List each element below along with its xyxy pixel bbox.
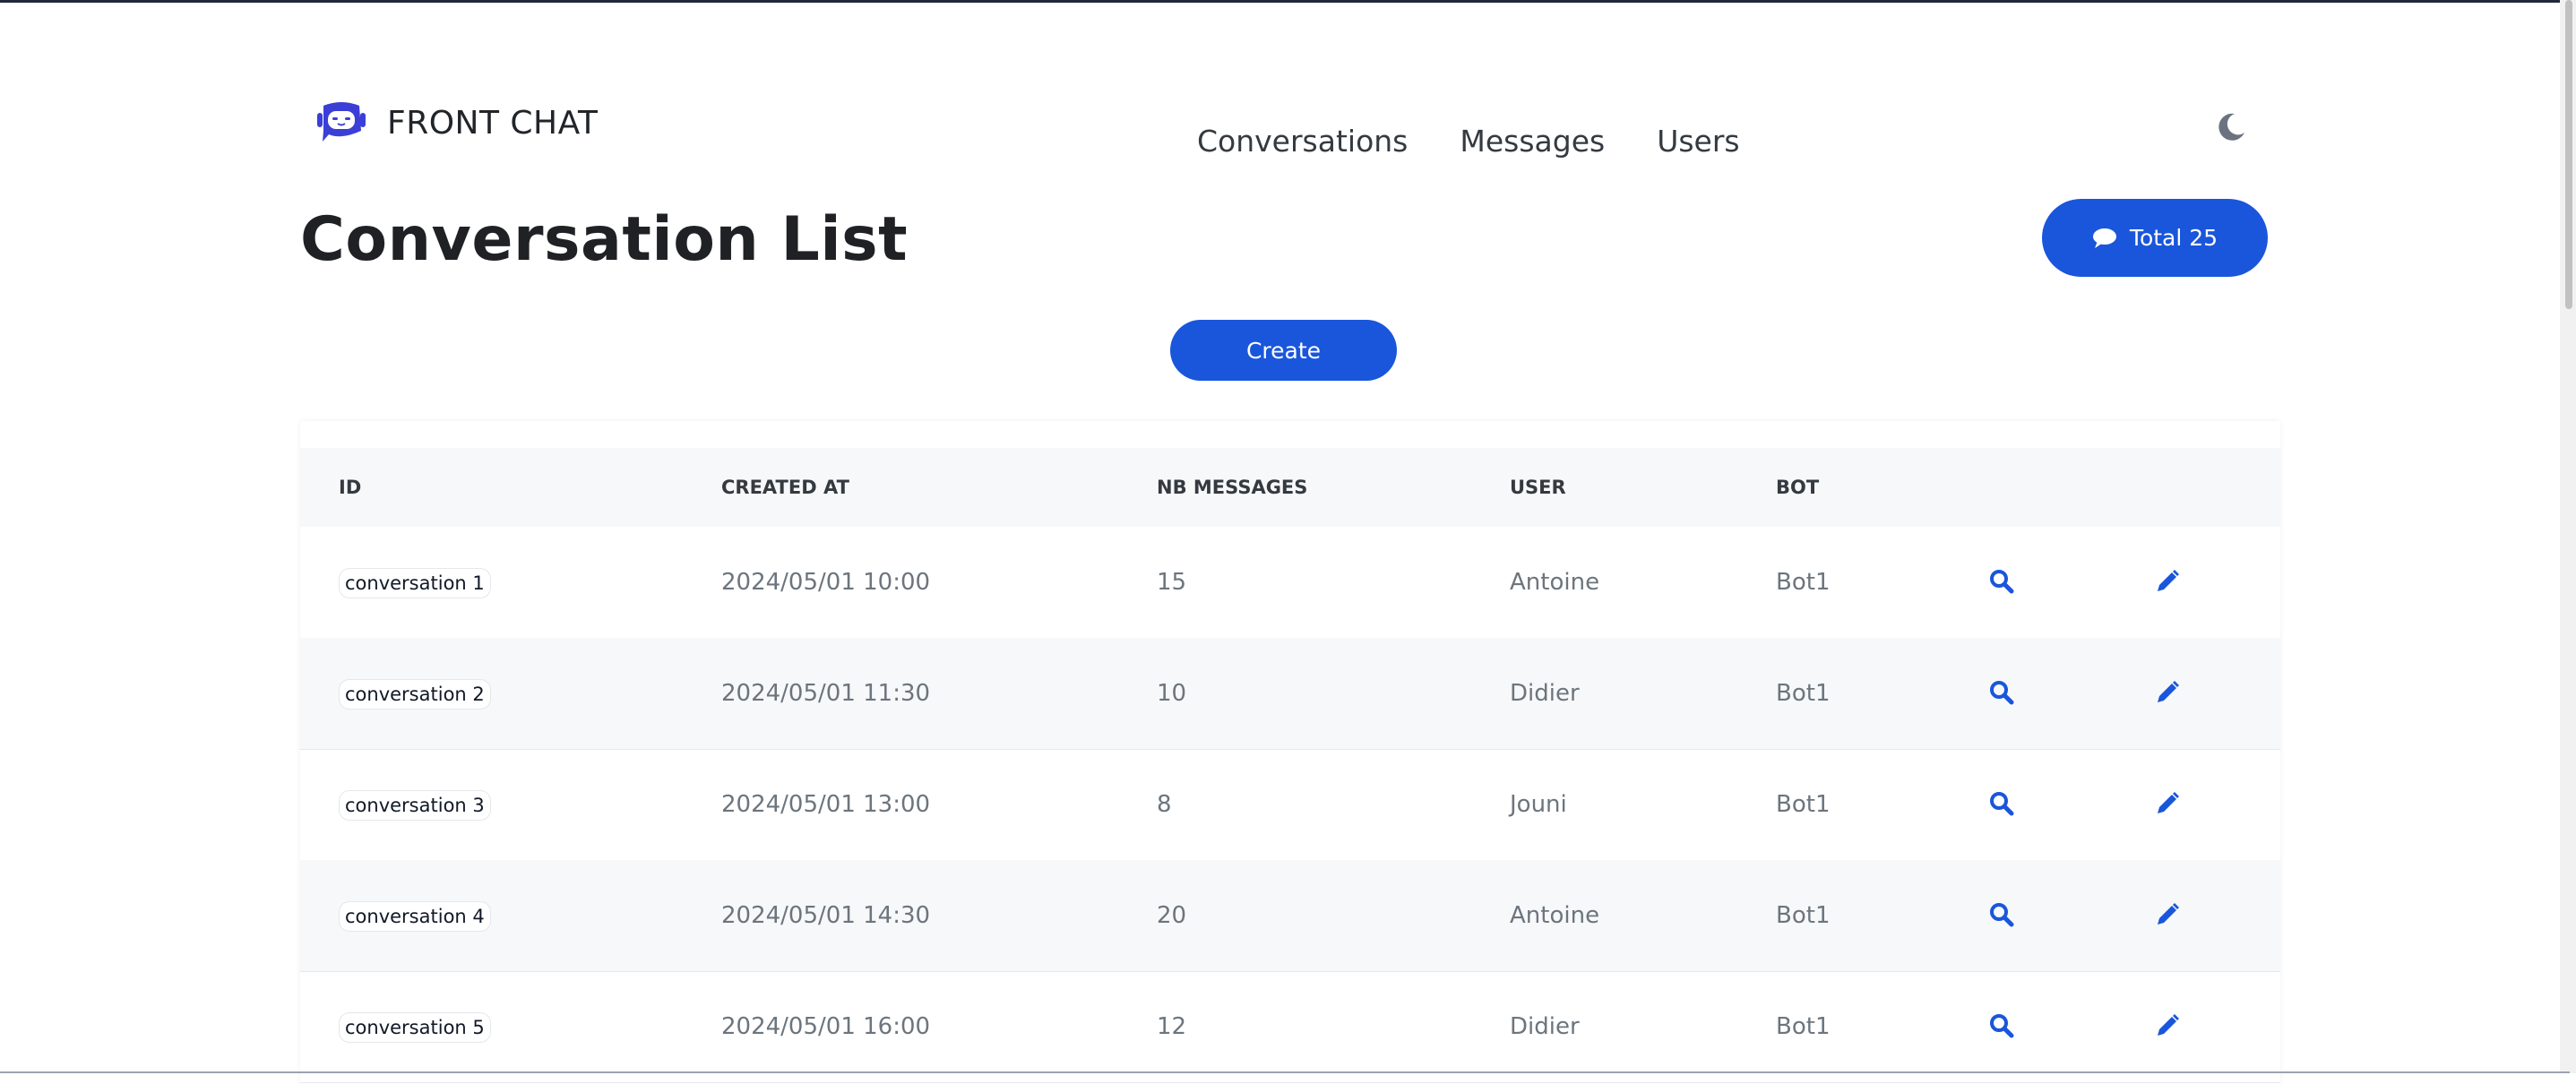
nav-item-messages[interactable]: Messages (1460, 124, 1605, 159)
bot-cell: Bot1 (1776, 1013, 1831, 1040)
table-row: conversation 4 2024/05/01 14:30 20 Antoi… (300, 860, 2280, 972)
column-header-id: ID (339, 477, 362, 498)
create-button[interactable]: Create (1170, 320, 1397, 381)
pencil-icon[interactable] (2154, 568, 2181, 595)
pencil-icon[interactable] (2154, 790, 2181, 817)
search-icon[interactable] (1988, 901, 2015, 928)
page-title: Conversation List (300, 204, 909, 275)
moon-icon[interactable] (2215, 111, 2247, 143)
user-cell: Didier (1510, 1013, 1580, 1040)
conversation-id-badge: conversation 2 (339, 679, 491, 710)
created-at-cell: 2024/05/01 10:00 (721, 569, 931, 596)
robot-chat-icon (317, 102, 366, 142)
pencil-icon[interactable] (2154, 1012, 2181, 1039)
search-icon[interactable] (1988, 790, 2015, 817)
column-header-created-at: CREATED AT (721, 477, 849, 498)
user-cell: Antoine (1510, 569, 1600, 596)
comment-icon (2092, 228, 2116, 248)
nb-messages-cell: 20 (1157, 902, 1187, 929)
bot-cell: Bot1 (1776, 902, 1831, 929)
nav-item-users[interactable]: Users (1657, 124, 1739, 159)
user-cell: Didier (1510, 680, 1580, 707)
nb-messages-cell: 15 (1157, 569, 1187, 596)
main-nav: Conversations Messages Users (1197, 124, 1740, 159)
created-at-cell: 2024/05/01 14:30 (721, 902, 931, 929)
user-cell: Antoine (1510, 902, 1600, 929)
page-scrollbar[interactable] (2560, 0, 2576, 1073)
window-top-border (0, 0, 2576, 3)
nb-messages-cell: 8 (1157, 791, 1172, 818)
bot-cell: Bot1 (1776, 569, 1831, 596)
table-row: conversation 5 2024/05/01 16:00 12 Didie… (300, 971, 2280, 1083)
nb-messages-cell: 12 (1157, 1013, 1187, 1040)
column-header-user: USER (1510, 477, 1566, 498)
conversation-id-badge: conversation 1 (339, 568, 491, 598)
created-at-cell: 2024/05/01 16:00 (721, 1013, 931, 1040)
table-row: conversation 1 2024/05/01 10:00 15 Antoi… (300, 527, 2280, 639)
pencil-icon[interactable] (2154, 901, 2181, 928)
conversation-id-badge: conversation 5 (339, 1012, 491, 1043)
search-icon[interactable] (1988, 679, 2015, 706)
table-header: ID CREATED AT NB MESSAGES USER BOT (300, 448, 2280, 527)
brand[interactable]: FRONT CHAT (315, 100, 598, 145)
total-conversations-button[interactable]: Total 25 (2042, 199, 2268, 277)
table-row: conversation 2 2024/05/01 11:30 10 Didie… (300, 638, 2280, 750)
brand-name: FRONT CHAT (387, 104, 599, 142)
total-button-label: Total 25 (2129, 225, 2218, 251)
bot-cell: Bot1 (1776, 791, 1831, 818)
column-header-bot: BOT (1776, 477, 1820, 498)
created-at-cell: 2024/05/01 11:30 (721, 680, 931, 707)
conversation-id-badge: conversation 3 (339, 790, 491, 821)
conversation-table: ID CREATED AT NB MESSAGES USER BOT conve… (300, 421, 2280, 1084)
pencil-icon[interactable] (2154, 679, 2181, 706)
user-cell: Jouni (1510, 791, 1567, 818)
table-row: conversation 3 2024/05/01 13:00 8 Jouni … (300, 749, 2280, 861)
nb-messages-cell: 10 (1157, 680, 1187, 707)
created-at-cell: 2024/05/01 13:00 (721, 791, 931, 818)
nav-item-conversations[interactable]: Conversations (1197, 124, 1408, 159)
conversation-id-badge: conversation 4 (339, 901, 491, 932)
search-icon[interactable] (1988, 568, 2015, 595)
search-icon[interactable] (1988, 1012, 2015, 1039)
column-header-nb-messages: NB MESSAGES (1157, 477, 1308, 498)
scrollbar-thumb[interactable] (2565, 0, 2572, 309)
bot-cell: Bot1 (1776, 680, 1831, 707)
